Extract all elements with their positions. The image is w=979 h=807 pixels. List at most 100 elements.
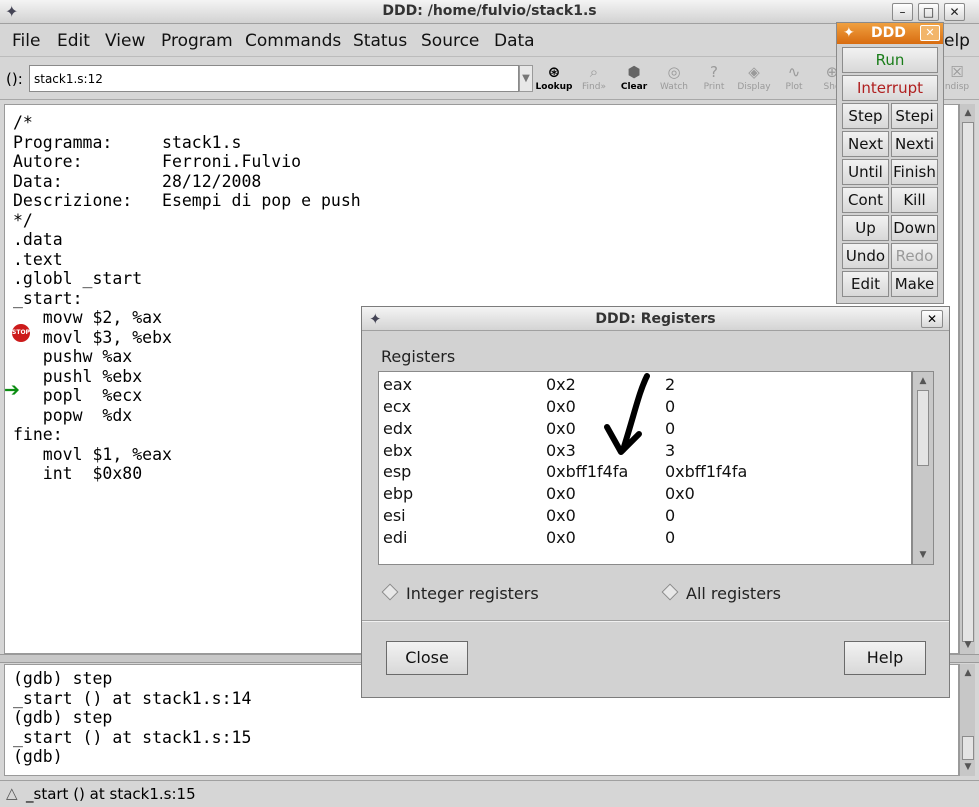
argument-input[interactable]: [29, 65, 519, 92]
display-icon: ◈: [748, 63, 760, 81]
scroll-up-icon[interactable]: ▲: [961, 106, 975, 120]
dialog-separator: [362, 620, 949, 622]
source-line: Data: 28/12/2008: [13, 171, 262, 191]
scroll-up-icon[interactable]: ▲: [916, 374, 930, 388]
until-button[interactable]: Until: [842, 159, 889, 185]
source-line: */: [13, 210, 33, 230]
registers-list[interactable]: eax 0x2 2 ecx 0x0 0 edx 0x0 0 ebx 0x3 3 esp 0xbff…: [378, 371, 912, 565]
interrupt-button[interactable]: Interrupt: [842, 75, 938, 101]
source-line: pushl %ebx: [13, 366, 143, 386]
source-line: Autore: Ferroni.Fulvio: [13, 152, 302, 171]
redo-button[interactable]: Redo: [891, 243, 938, 269]
register-row[interactable]: edi 0x0 0: [383, 528, 675, 585]
console-scrollbar[interactable]: ▲ ▼: [959, 664, 975, 776]
source-line: .globl _start: [13, 269, 143, 288]
execution-pointer-icon[interactable]: ➔: [4, 381, 20, 400]
ddd-bug-icon: ✦: [843, 25, 855, 41]
maximize-button[interactable]: □: [918, 3, 939, 21]
source-line: /*: [13, 113, 33, 132]
scrollbar-thumb[interactable]: [917, 390, 929, 466]
menu-commands[interactable]: Commands: [245, 31, 341, 51]
minimize-button[interactable]: –: [892, 3, 913, 21]
menu-edit[interactable]: Edit: [57, 31, 90, 51]
integer-registers-radio[interactable]: Integer registers: [381, 583, 539, 603]
source-line: .text: [13, 249, 63, 269]
menu-status[interactable]: Status: [353, 31, 407, 51]
console-line: (gdb) step: [13, 708, 113, 727]
source-line: _start:: [13, 288, 83, 308]
console-prompt[interactable]: (gdb): [13, 747, 63, 767]
status-text: _start () at stack1.s:15: [26, 785, 196, 803]
status-triangle-icon[interactable]: △: [6, 784, 18, 802]
scrollbar-thumb[interactable]: [962, 122, 974, 642]
display-button[interactable]: ◈ Display: [734, 62, 774, 96]
command-tool-titlebar[interactable]: ✦ DDD ✕: [837, 23, 943, 44]
find-button[interactable]: ⌕ Find»: [574, 62, 614, 96]
registers-titlebar[interactable]: ✦ DDD: Registers ✕: [362, 307, 949, 331]
lookup-button[interactable]: ⊛ Lookup: [534, 62, 574, 96]
scroll-up-icon[interactable]: ▲: [961, 666, 975, 680]
stop-sign-icon: ⬢: [627, 63, 641, 81]
menu-help-fragment[interactable]: elp: [944, 31, 970, 51]
nexti-button[interactable]: Nexti: [891, 131, 938, 157]
window-titlebar[interactable]: ✦ DDD: /home/fulvio/stack1.s – □ ✕: [0, 0, 979, 24]
radio-diamond-icon: [381, 583, 399, 601]
kill-button[interactable]: Kill: [891, 187, 938, 213]
argument-history-dropdown[interactable]: ▼: [519, 65, 533, 92]
scrollbar-thumb[interactable]: [962, 736, 974, 760]
menubar: File Edit View Program Commands Status S…: [0, 25, 979, 57]
scroll-down-icon[interactable]: ▼: [961, 760, 975, 774]
source-line: movw $2, %ax: [13, 308, 163, 327]
plot-button[interactable]: ∿ Plot: [774, 62, 814, 96]
registers-dialog: ✦ DDD: Registers ✕ Registers eax 0x2 2 ecx…: [361, 306, 950, 698]
source-line: int $0x80: [13, 464, 143, 483]
source-line: popw %dx: [13, 405, 133, 425]
toolbar: (): ▼ ⊛ Lookup ⌕ Find» ⬢ Clear ◎ Watch ?…: [0, 58, 979, 100]
console-line: (gdb) step: [13, 669, 113, 688]
argument-label: ():: [6, 70, 23, 88]
command-tool: ✦ DDD ✕ Run Interrupt Step Stepi Next Ne…: [836, 22, 944, 304]
finish-button[interactable]: Finish: [891, 159, 938, 185]
menu-file[interactable]: File: [12, 31, 40, 51]
source-line: movl $1, %eax: [13, 444, 172, 464]
clear-button[interactable]: ⬢ Clear: [614, 62, 654, 96]
help-button[interactable]: Help: [844, 641, 926, 675]
all-registers-radio[interactable]: All registers: [661, 583, 781, 603]
next-button[interactable]: Next: [842, 131, 889, 157]
close-button[interactable]: Close: [386, 641, 468, 675]
scroll-down-icon[interactable]: ▼: [961, 638, 975, 652]
step-button[interactable]: Step: [842, 103, 889, 129]
print-button[interactable]: ? Print: [694, 62, 734, 96]
close-window-button[interactable]: ✕: [944, 3, 965, 21]
breakpoint-stop-icon[interactable]: STOP: [12, 324, 30, 342]
watch-button[interactable]: ◎ Watch: [654, 62, 694, 96]
run-button[interactable]: Run: [842, 47, 938, 73]
undo-button[interactable]: Undo: [842, 243, 889, 269]
command-tool-close-button[interactable]: ✕: [920, 25, 940, 41]
menu-source[interactable]: Source: [421, 31, 479, 51]
source-line-breakpoint: movl $3, %ebx: [13, 327, 172, 347]
menu-data[interactable]: Data: [494, 31, 535, 51]
registers-close-icon[interactable]: ✕: [921, 310, 943, 328]
source-line: Descrizione: Esempi di pop e push: [13, 191, 361, 210]
find-icon: ⌕: [589, 63, 599, 81]
source-scrollbar[interactable]: ▲ ▼: [959, 104, 975, 654]
stepi-button[interactable]: Stepi: [891, 103, 938, 129]
down-button[interactable]: Down: [891, 215, 938, 241]
edit-button[interactable]: Edit: [842, 271, 889, 297]
lookup-icon: ⊛: [547, 63, 561, 81]
handdrawn-arrow-icon: [604, 373, 650, 455]
menu-program[interactable]: Program: [161, 31, 233, 51]
source-line: fine:: [13, 425, 63, 444]
plot-icon: ∿: [787, 63, 801, 81]
make-button[interactable]: Make: [891, 271, 938, 297]
registers-scrollbar[interactable]: ▲ ▼: [912, 371, 934, 565]
cont-button[interactable]: Cont: [842, 187, 889, 213]
menu-view[interactable]: View: [105, 31, 145, 51]
scroll-down-icon[interactable]: ▼: [916, 548, 930, 562]
source-line-current: popl %ecx: [13, 386, 143, 405]
status-bar: △ _start () at stack1.s:15: [0, 780, 979, 807]
up-button[interactable]: Up: [842, 215, 889, 241]
command-tool-title: DDD: [871, 25, 906, 41]
source-line: Programma: stack1.s: [13, 132, 242, 152]
